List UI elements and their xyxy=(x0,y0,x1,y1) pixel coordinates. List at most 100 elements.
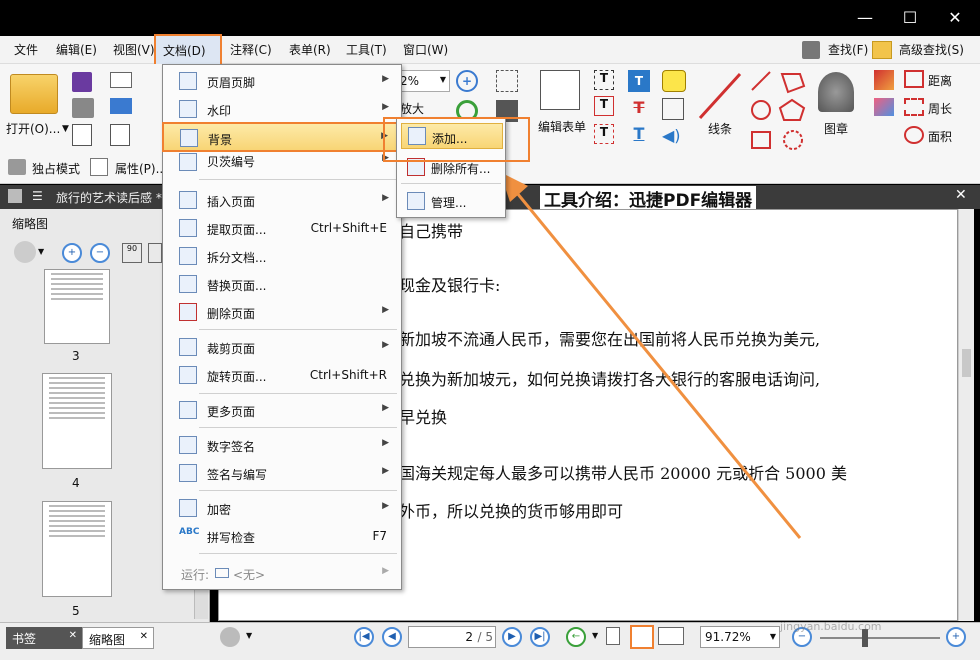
submenu-item-manage[interactable]: 管理... xyxy=(397,187,505,215)
menu-form[interactable]: 表单(R) xyxy=(283,36,337,64)
strikeout-icon[interactable]: T xyxy=(628,98,650,120)
close-icon[interactable]: ✕ xyxy=(69,630,77,641)
save-icon[interactable] xyxy=(72,72,92,92)
menu-comment[interactable]: 注释(C) xyxy=(224,36,278,64)
rotate-cw-icon[interactable] xyxy=(148,243,162,263)
menu-window[interactable]: 窗口(W) xyxy=(397,36,454,64)
back-icon[interactable]: ← xyxy=(566,627,586,647)
sound-icon[interactable]: ◀) xyxy=(662,126,684,146)
stamp-icon[interactable] xyxy=(818,72,854,112)
next-page-icon[interactable]: ▶ xyxy=(502,627,522,647)
scan-icon[interactable] xyxy=(110,98,132,114)
edit-form-button[interactable]: 编辑表单 xyxy=(538,118,586,135)
menu-item-sign-and-write[interactable]: 签名与编写 ▶ xyxy=(163,459,401,487)
underline-icon[interactable]: T xyxy=(628,124,650,146)
menu-item-insert-pages[interactable]: 插入页面 ▶ xyxy=(163,186,401,214)
menu-item-more-pages[interactable]: 更多页面 ▶ xyxy=(163,396,401,424)
menu-item-delete-pages[interactable]: 删除页面 ▶ xyxy=(163,298,401,326)
exclusive-mode-button[interactable]: 独占模式 xyxy=(32,160,80,177)
open-folder-icon[interactable] xyxy=(10,74,58,114)
single-page-icon[interactable] xyxy=(606,627,620,645)
first-page-icon[interactable]: |◀ xyxy=(354,627,374,647)
tab-thumbnails[interactable]: 缩略图 ✕ xyxy=(82,627,154,649)
gear-icon[interactable] xyxy=(220,627,240,647)
menu-item-digital-signature[interactable]: 数字签名 ▶ xyxy=(163,431,401,459)
stamp-button[interactable]: 图章 xyxy=(824,120,848,137)
new-doc-icon[interactable] xyxy=(110,124,130,146)
typewriter-icon[interactable]: T xyxy=(594,70,614,90)
minimize-button[interactable]: — xyxy=(850,6,880,30)
note-icon[interactable] xyxy=(662,70,686,92)
pencil-icon[interactable] xyxy=(874,70,894,90)
scrollbar-thumb[interactable] xyxy=(962,349,971,377)
thumbnail-page-3[interactable] xyxy=(44,269,110,344)
menu-item-bates[interactable]: 贝茨编号 ▶ xyxy=(163,151,401,173)
menu-item-rotate-pages[interactable]: 旋转页面... Ctrl+Shift+R xyxy=(163,361,401,389)
menu-item-spell-check[interactable]: ABC 拼写检查 F7 xyxy=(163,522,401,550)
document-scrollbar[interactable] xyxy=(958,209,974,621)
open-dropdown-icon[interactable]: ▼ xyxy=(62,124,69,134)
zoom-in-icon[interactable]: + xyxy=(62,243,82,263)
line-tool-icon[interactable] xyxy=(696,70,744,122)
export-icon[interactable] xyxy=(72,124,92,146)
close-doc-icon[interactable]: ✕ xyxy=(955,187,967,203)
line-tool-label[interactable]: 线条 xyxy=(708,120,732,137)
select-text-icon[interactable] xyxy=(496,70,518,92)
chevron-down-icon: ▼ xyxy=(769,632,776,641)
zoom-in-icon[interactable]: + xyxy=(946,627,966,647)
menu-item-extract-pages[interactable]: 提取页面... Ctrl+Shift+E xyxy=(163,214,401,242)
menu-tools[interactable]: 工具(T) xyxy=(340,36,393,64)
eraser-icon[interactable] xyxy=(874,98,894,116)
menu-item-crop-pages[interactable]: 裁剪页面 ▶ xyxy=(163,333,401,361)
properties-button[interactable]: 属性(P)... xyxy=(115,160,167,177)
perimeter-button[interactable]: 周长 xyxy=(928,100,952,117)
tab-bookmarks[interactable]: 书签 ✕ xyxy=(6,627,82,649)
thumbnail-page-5[interactable] xyxy=(42,501,112,597)
zoom-select[interactable]: 91.72% ▼ xyxy=(700,626,780,648)
continuous-page-icon[interactable] xyxy=(630,625,654,649)
document-tab[interactable]: 旅行的艺术读后感 * xyxy=(56,189,162,206)
zoom-in-icon[interactable]: + xyxy=(456,70,478,92)
previous-page-icon[interactable]: ◀ xyxy=(382,627,402,647)
text-box-icon[interactable]: T xyxy=(594,96,614,116)
maximize-button[interactable]: ☐ xyxy=(895,6,925,30)
menu-item-watermark[interactable]: 水印 ▶ xyxy=(163,95,401,123)
thumbnail-page-4[interactable] xyxy=(42,373,112,469)
close-button[interactable]: ✕ xyxy=(940,6,970,30)
shape-tools[interactable] xyxy=(748,70,808,154)
highlight-text-icon[interactable]: T xyxy=(628,70,650,92)
menu-item-replace-pages[interactable]: 替换页面... xyxy=(163,270,401,298)
distance-button[interactable]: 距离 xyxy=(928,72,952,89)
page-number-input[interactable]: 2 / 5 xyxy=(408,626,496,648)
chevron-down-icon[interactable]: ▼ xyxy=(38,247,44,256)
menu-item-header-footer[interactable]: 页眉页脚 ▶ xyxy=(163,67,401,95)
menu-item-split-document[interactable]: 拆分文档... xyxy=(163,242,401,270)
menu-document[interactable]: 文档(D) xyxy=(154,34,222,66)
chevron-down-icon[interactable]: ▼ xyxy=(246,631,252,640)
zoom-out-icon[interactable]: − xyxy=(90,243,110,263)
zoom-in-label[interactable]: 放大 xyxy=(400,100,424,117)
zoom-slider-track[interactable] xyxy=(820,637,940,639)
chevron-down-icon[interactable]: ▼ xyxy=(592,631,598,640)
menu-item-background[interactable]: 背景 ▶ xyxy=(162,122,402,152)
rotate-ccw-icon[interactable]: 90 xyxy=(122,243,142,263)
edit-form-icon[interactable] xyxy=(540,70,580,110)
last-page-icon[interactable]: ▶| xyxy=(530,627,550,647)
email-icon[interactable] xyxy=(110,72,132,88)
two-page-icon[interactable] xyxy=(658,627,684,645)
open-button[interactable]: 打开(O)... xyxy=(6,120,60,137)
menu-file[interactable]: 文件 xyxy=(8,36,44,64)
callout-icon[interactable]: T xyxy=(594,124,614,144)
menu-edit[interactable]: 编辑(E) xyxy=(50,36,103,64)
print-icon[interactable] xyxy=(72,98,94,118)
menu-lines-icon[interactable]: ☰ xyxy=(32,189,46,203)
zoom-combo[interactable]: 2% ▼ xyxy=(396,70,450,92)
menu-item-encrypt[interactable]: 加密 ▶ xyxy=(163,494,401,522)
attach-icon[interactable] xyxy=(662,98,684,120)
close-icon[interactable]: ✕ xyxy=(140,631,148,642)
find-button[interactable]: 查找(F) xyxy=(822,36,874,64)
menu-view[interactable]: 视图(V) xyxy=(107,36,161,64)
area-button[interactable]: 面积 xyxy=(928,128,952,145)
gear-icon[interactable] xyxy=(14,241,36,263)
advanced-find-button[interactable]: 高级查找(S) xyxy=(893,36,970,64)
